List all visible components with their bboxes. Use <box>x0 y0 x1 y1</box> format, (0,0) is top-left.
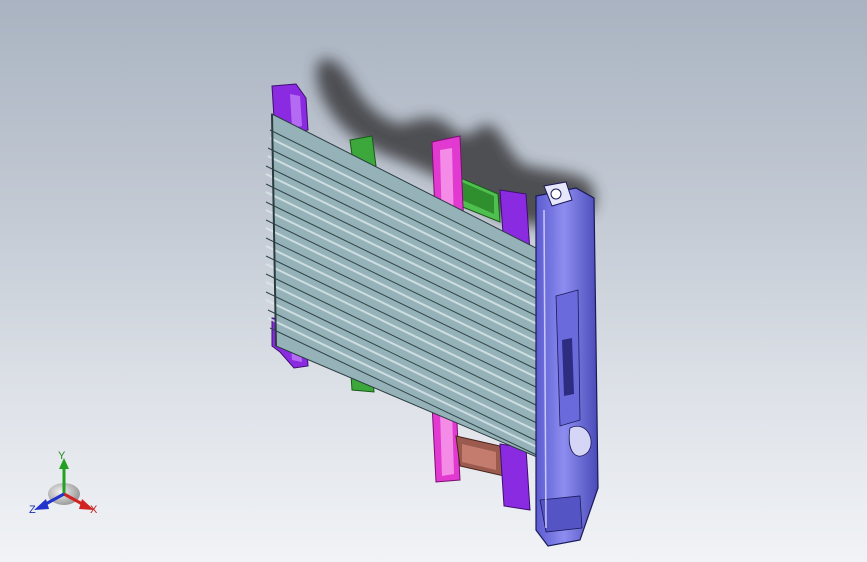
axis-z-arrow-icon <box>34 499 49 510</box>
axis-z-label: Z <box>29 504 36 516</box>
axis-y-label: Y <box>58 450 66 462</box>
front-crossmember[interactable] <box>535 181 599 547</box>
cad-viewport[interactable]: Y X Z <box>0 0 867 562</box>
axis-x-label: X <box>90 504 98 516</box>
brown-bracket[interactable] <box>455 435 505 477</box>
coordinate-triad <box>34 458 94 510</box>
3d-model-view[interactable] <box>0 0 867 562</box>
